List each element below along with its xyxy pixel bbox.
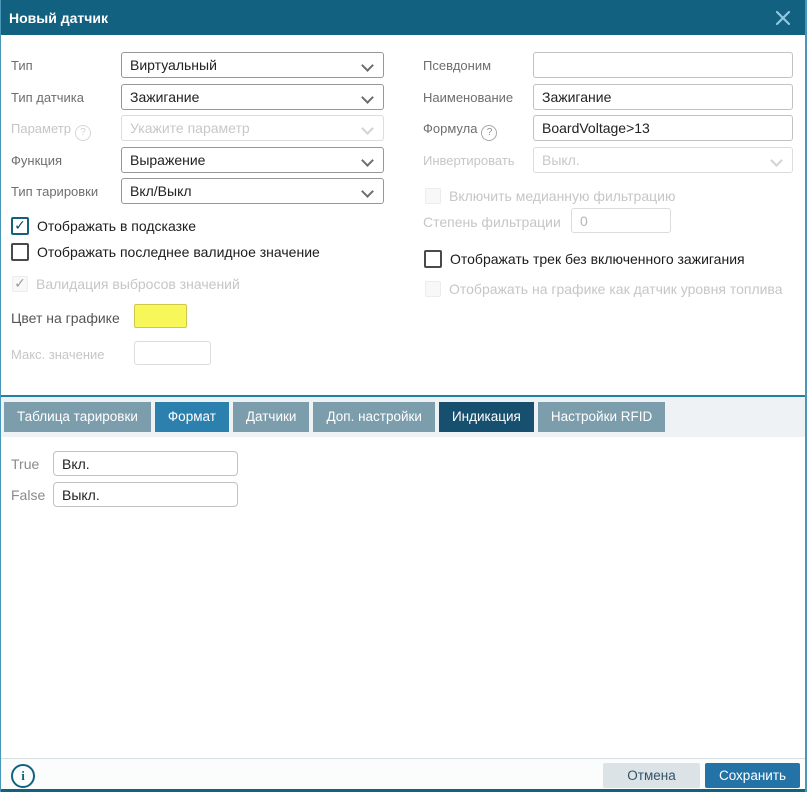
tab-format[interactable]: Формат	[155, 402, 229, 432]
close-icon[interactable]	[773, 8, 793, 28]
chevron-down-icon	[361, 59, 374, 72]
type-label: Тип	[11, 58, 33, 73]
chart-color-swatch[interactable]	[134, 304, 187, 328]
new-sensor-dialog: Новый датчик Тип Виртуальный Тип датчика…	[0, 0, 807, 792]
type-select[interactable]: Виртуальный	[121, 52, 384, 78]
chevron-down-icon	[361, 122, 374, 135]
true-value-input[interactable]	[53, 451, 238, 476]
cancel-button[interactable]: Отмена	[603, 763, 700, 788]
tabs: Таблица тарировки Формат Датчики Доп. на…	[4, 402, 665, 432]
true-label: True	[11, 456, 39, 472]
tab-calibration-table[interactable]: Таблица тарировки	[4, 402, 151, 432]
calibration-type-label: Тип тарировки	[11, 184, 98, 199]
checkbox-box	[425, 188, 441, 204]
sensor-type-select[interactable]: Зажигание	[121, 84, 384, 110]
chart-color-label: Цвет на графике	[11, 310, 120, 326]
tab-extra-settings[interactable]: Доп. настройки	[313, 402, 435, 432]
show-in-tooltip-checkbox[interactable]: ✓ Отображать в подсказке	[11, 217, 196, 235]
outlier-validation-checkbox: ✓ Валидация выбросов значений	[12, 276, 240, 292]
show-as-fuel-sensor-checkbox: Отображать на графике как датчик уровня …	[425, 281, 783, 297]
formula-input[interactable]	[533, 115, 793, 141]
checkbox-box	[424, 250, 442, 268]
function-select[interactable]: Выражение	[121, 147, 384, 173]
chevron-down-icon	[770, 154, 783, 167]
formula-label: Формула?	[423, 121, 497, 141]
chevron-down-icon	[361, 91, 374, 104]
sensor-type-label: Тип датчика	[11, 90, 84, 105]
chevron-down-icon	[361, 185, 374, 198]
filter-degree-label: Степень фильтрации	[423, 214, 561, 230]
dialog-titlebar: Новый датчик	[1, 0, 805, 35]
dialog-footer: i Отмена Сохранить	[1, 758, 805, 792]
help-icon[interactable]: ?	[481, 125, 497, 141]
tab-indication[interactable]: Индикация	[439, 402, 534, 432]
name-input[interactable]	[533, 84, 793, 110]
invert-select: Выкл.	[533, 147, 793, 173]
max-value-input	[134, 341, 211, 365]
checkbox-box	[11, 243, 29, 261]
checkbox-box: ✓	[12, 276, 28, 292]
name-label: Наименование	[423, 90, 513, 105]
chevron-down-icon	[361, 154, 374, 167]
median-filter-checkbox: Включить медианную фильтрацию	[425, 188, 675, 204]
tab-rfid-settings[interactable]: Настройки RFID	[538, 402, 665, 432]
check-icon: ✓	[14, 277, 26, 291]
invert-label: Инвертировать	[423, 153, 515, 168]
false-label: False	[11, 487, 45, 503]
parameter-select: Укажите параметр	[121, 115, 384, 141]
checkbox-box: ✓	[11, 217, 29, 235]
tab-strip: Таблица тарировки Формат Датчики Доп. на…	[1, 395, 805, 437]
alias-input[interactable]	[533, 52, 793, 78]
help-icon: ?	[75, 125, 91, 141]
function-label: Функция	[11, 153, 62, 168]
filter-degree-input	[571, 208, 671, 233]
calibration-type-select[interactable]: Вкл/Выкл	[121, 178, 384, 204]
info-icon[interactable]: i	[11, 764, 35, 788]
parameter-label: Параметр?	[11, 121, 91, 141]
check-icon: ✓	[14, 219, 26, 233]
alias-label: Псевдоним	[423, 58, 491, 73]
false-value-input[interactable]	[53, 482, 238, 507]
show-last-valid-checkbox[interactable]: Отображать последнее валидное значение	[11, 243, 320, 261]
dialog-title: Новый датчик	[9, 10, 108, 26]
show-track-without-ignition-checkbox[interactable]: Отображать трек без включенного зажигани…	[424, 250, 745, 268]
checkbox-box	[425, 281, 441, 297]
tab-sensors[interactable]: Датчики	[233, 402, 310, 432]
max-value-label: Макс. значение	[11, 347, 105, 362]
save-button[interactable]: Сохранить	[705, 763, 800, 788]
